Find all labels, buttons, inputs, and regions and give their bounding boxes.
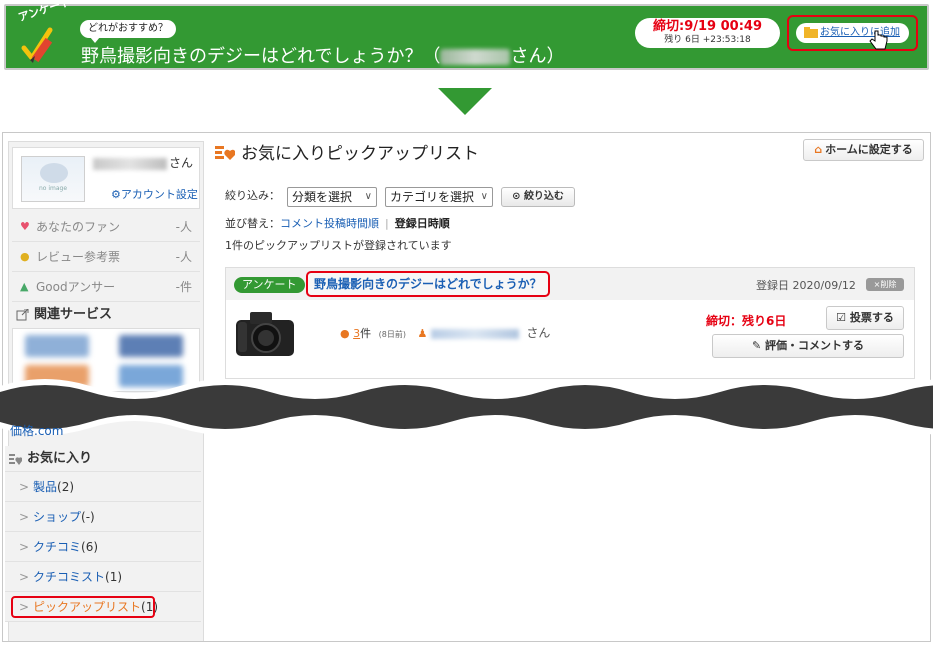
set-home-button[interactable]: ⌂ ホームに設定する: [803, 139, 924, 161]
favorites-section: お気に入り > 製品(2) > ショップ(-) > クチコミ(6) > クチコミスト(1…: [5, 446, 201, 622]
user-icon: ♟: [417, 327, 428, 340]
sort-bar: 並び替え：コメント投稿時間順 | 登録日時順: [225, 217, 450, 230]
folder-icon: [804, 27, 818, 38]
survey-corner-tag: アンケート: [16, 0, 73, 25]
survey-banner: アンケート どれがおすすめ？ 野鳥撮影向きのデジーはどれでしょうか？（ さん） 締…: [4, 0, 929, 70]
chevron-down-icon: ∨: [364, 191, 372, 202]
profile-name-suffix: さん: [169, 156, 194, 170]
favorites-heading: お気に入り: [5, 446, 201, 472]
stat-fans[interactable]: ♥ あなたのファン -人: [12, 212, 200, 242]
profile-card: no image さん ⚙アカウント設定: [12, 147, 200, 209]
blurred-username: [440, 49, 511, 65]
avatar[interactable]: no image: [21, 156, 85, 202]
hand-icon: ▲: [20, 280, 29, 293]
blurred-profile-name: [93, 158, 167, 170]
sort-comment-time[interactable]: コメント投稿時間順: [280, 217, 379, 230]
external-link-icon: [16, 309, 29, 321]
item-deadline: 締切：残り6日: [706, 314, 787, 328]
add-favorite-highlight: お気に入りに追加: [787, 15, 918, 51]
item-title-link[interactable]: 野鳥撮影向きのデジーはどれでしょうか？: [306, 271, 550, 297]
pickup-list-item: アンケート 野鳥撮影向きのデジーはどれでしょうか？ 登録日 2020/09/12…: [225, 267, 915, 379]
sort-registered-time: 登録日時順: [394, 217, 450, 230]
favorite-reviews[interactable]: > クチコミ(6): [5, 532, 201, 562]
cut-divider: [0, 379, 933, 435]
service-logo[interactable]: [25, 335, 89, 357]
related-services-heading: 関連サービス: [12, 302, 200, 328]
filter-label: 絞り込み：: [225, 189, 280, 202]
partial-link[interactable]: 価格.com: [10, 422, 63, 439]
favorite-list-icon: [9, 454, 22, 465]
service-logo[interactable]: [119, 335, 183, 357]
question-bubble: どれがおすすめ？: [80, 20, 176, 43]
category-select[interactable]: カテゴリを選択 ∨: [385, 187, 493, 207]
pickup-highlight: [11, 596, 155, 618]
blurred-username[interactable]: [430, 329, 519, 339]
add-favorite-button[interactable]: お気に入りに追加: [796, 23, 909, 43]
stat-good-answers[interactable]: ▲ Goodアンサー -件: [12, 272, 200, 302]
result-count: 1件のピックアップリストが登録されています: [225, 239, 452, 252]
down-arrow: [438, 88, 492, 115]
delete-button[interactable]: ×削除: [866, 278, 904, 291]
comment-info: ● 3件 (8日前) ♟ さん: [340, 326, 551, 340]
favorite-reviewers[interactable]: > クチコミスト(1): [5, 562, 201, 592]
registered-date: 登録日 2020/09/12: [756, 279, 856, 292]
survey-title[interactable]: 野鳥撮影向きのデジーはどれでしょうか？（ さん）: [81, 42, 564, 68]
rate-comment-button[interactable]: ✎ 評価・コメントする: [712, 334, 904, 358]
survey-tag: アンケート: [234, 277, 305, 293]
stat-review-votes[interactable]: ● レビュー参考票 -人: [12, 242, 200, 272]
favorite-products[interactable]: > 製品(2): [5, 472, 201, 502]
chevron-down-icon: ∨: [480, 191, 488, 202]
account-settings-link[interactable]: ⚙アカウント設定: [111, 186, 198, 202]
filter-button[interactable]: ⊙ 絞り込む: [501, 187, 575, 207]
deadline-badge: 締切:9/19 00:49 残り 6日 +23:53:18: [635, 18, 780, 48]
favorite-list-icon: [215, 146, 235, 160]
favorite-pickup-lists[interactable]: > ピックアップリスト(1): [5, 592, 201, 622]
item-header: アンケート 野鳥撮影向きのデジーはどれでしょうか？ 登録日 2020/09/12…: [226, 268, 914, 300]
stats-list: ♥ あなたのファン -人 ● レビュー参考票 -人 ▲ Goodアンサー -件: [12, 212, 200, 302]
check-pencil-icon: [21, 27, 53, 63]
classification-select[interactable]: 分類を選択 ∨: [287, 187, 377, 207]
camera-thumbnail[interactable]: [234, 308, 296, 360]
vote-button[interactable]: ☑ 投票する: [826, 306, 904, 330]
medal-icon: ●: [20, 250, 30, 263]
pointer-hand-icon: [869, 30, 888, 50]
fan-icon: ♥: [20, 220, 30, 233]
comment-icon: ●: [340, 327, 350, 340]
favorite-shops[interactable]: > ショップ(-): [5, 502, 201, 532]
home-icon: ⌂: [814, 143, 823, 156]
page-title: お気に入りピックアップリスト: [215, 139, 479, 164]
